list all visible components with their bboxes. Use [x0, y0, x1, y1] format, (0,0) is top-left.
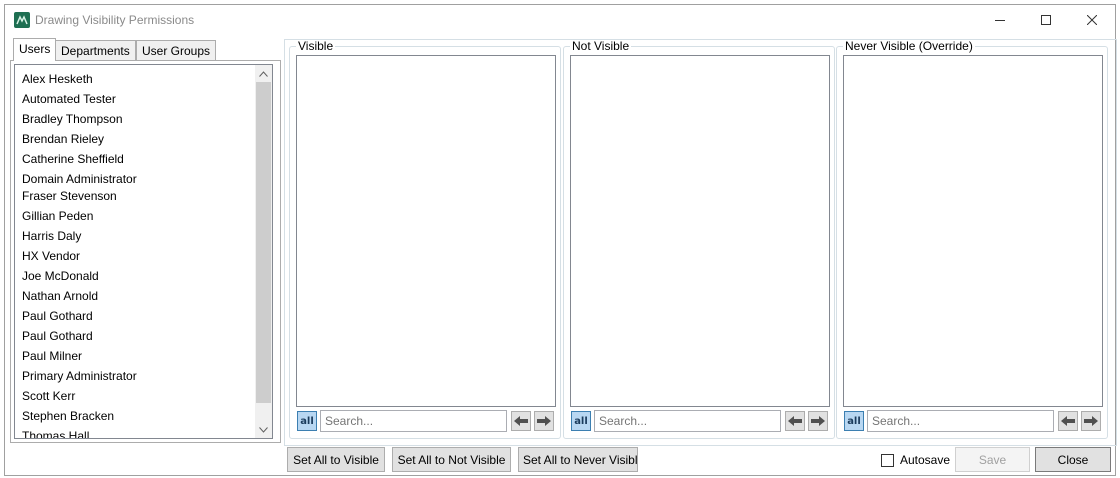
list-item[interactable]: Scott Kerr	[22, 389, 75, 403]
never-visible-select-all-button[interactable]: all	[844, 411, 864, 431]
save-button[interactable]: Save	[955, 447, 1030, 472]
list-item[interactable]: Alex Hesketh	[22, 72, 93, 86]
list-item[interactable]: Nathan Arnold	[22, 289, 98, 303]
close-window-button[interactable]	[1069, 5, 1115, 35]
user-list[interactable]: Alex Hesketh Automated Tester Bradley Th…	[14, 64, 273, 439]
not-visible-listbox[interactable]	[570, 55, 830, 407]
list-item[interactable]: Fraser Stevenson	[22, 189, 117, 203]
visible-group: Visible all	[289, 40, 561, 439]
window: Drawing Visibility Permissions Users Dep…	[4, 4, 1117, 476]
list-item[interactable]: Harris Daly	[22, 229, 81, 243]
maximize-button[interactable]	[1023, 5, 1069, 35]
arrow-right-icon	[537, 416, 551, 426]
not-visible-select-all-button[interactable]: all	[571, 411, 591, 431]
tab-users[interactable]: Users	[13, 38, 57, 61]
not-visible-search-input[interactable]	[594, 410, 781, 432]
set-all-not-visible-button[interactable]: Set All to Not Visible	[392, 447, 511, 472]
user-list-scrollbar[interactable]	[255, 65, 272, 438]
not-visible-group: Not Visible all	[563, 40, 835, 439]
window-title: Drawing Visibility Permissions	[35, 13, 195, 27]
never-visible-search-input[interactable]	[867, 410, 1054, 432]
list-item[interactable]: Primary Administrator	[22, 369, 137, 383]
scroll-up-icon[interactable]	[255, 65, 272, 82]
list-item[interactable]: Gillian Peden	[22, 209, 93, 223]
never-visible-listbox[interactable]	[843, 55, 1103, 407]
title-bar: Drawing Visibility Permissions	[5, 5, 1115, 35]
visible-move-left-button[interactable]	[511, 411, 531, 431]
close-button[interactable]: Close	[1035, 447, 1111, 472]
list-item[interactable]: Bradley Thompson	[22, 112, 123, 126]
autosave-toggle[interactable]: Autosave	[881, 453, 950, 467]
app-icon	[14, 12, 30, 28]
tab-departments[interactable]: Departments	[55, 40, 136, 61]
list-item[interactable]: Joe McDonald	[22, 269, 99, 283]
not-visible-move-right-button[interactable]	[808, 411, 828, 431]
set-all-visible-button[interactable]: Set All to Visible	[287, 447, 385, 472]
never-visible-group-title: Never Visible (Override)	[843, 39, 975, 53]
visible-move-right-button[interactable]	[534, 411, 554, 431]
list-item[interactable]: Stephen Bracken	[22, 409, 114, 423]
minimize-button[interactable]	[977, 5, 1023, 35]
tab-user-groups[interactable]: User Groups	[136, 40, 217, 61]
list-item[interactable]: Automated Tester	[22, 92, 116, 106]
list-item[interactable]: Brendan Rieley	[22, 132, 104, 146]
visible-listbox[interactable]	[296, 55, 556, 407]
scrollbar-thumb[interactable]	[256, 82, 271, 403]
not-visible-group-title: Not Visible	[570, 39, 632, 53]
not-visible-move-left-button[interactable]	[785, 411, 805, 431]
maximize-icon	[1041, 15, 1051, 25]
scroll-down-icon[interactable]	[255, 421, 272, 438]
never-visible-move-left-button[interactable]	[1058, 411, 1078, 431]
close-icon	[1087, 15, 1097, 25]
list-item[interactable]: Catherine Sheffield	[22, 152, 124, 166]
list-item[interactable]: Domain Administrator	[22, 172, 137, 186]
list-item[interactable]: Thomas Hall	[22, 429, 89, 438]
arrow-left-icon	[1061, 416, 1075, 426]
never-visible-move-right-button[interactable]	[1081, 411, 1101, 431]
arrow-left-icon	[514, 416, 528, 426]
list-item[interactable]: Paul Milner	[22, 349, 82, 363]
autosave-label: Autosave	[900, 453, 951, 467]
arrow-right-icon	[1084, 416, 1098, 426]
autosave-checkbox[interactable]	[881, 453, 894, 467]
arrow-left-icon	[788, 416, 802, 426]
never-visible-group: Never Visible (Override) all	[836, 40, 1108, 439]
visible-search-input[interactable]	[320, 410, 507, 432]
list-item[interactable]: Paul Gothard	[22, 329, 93, 343]
set-all-never-visible-button[interactable]: Set All to Never Visible	[518, 447, 638, 472]
visible-select-all-button[interactable]: all	[297, 411, 317, 431]
minimize-icon	[995, 20, 1005, 21]
arrow-right-icon	[811, 416, 825, 426]
visible-group-title: Visible	[296, 39, 336, 53]
list-item[interactable]: HX Vendor	[22, 249, 80, 263]
list-item[interactable]: Paul Gothard	[22, 309, 93, 323]
